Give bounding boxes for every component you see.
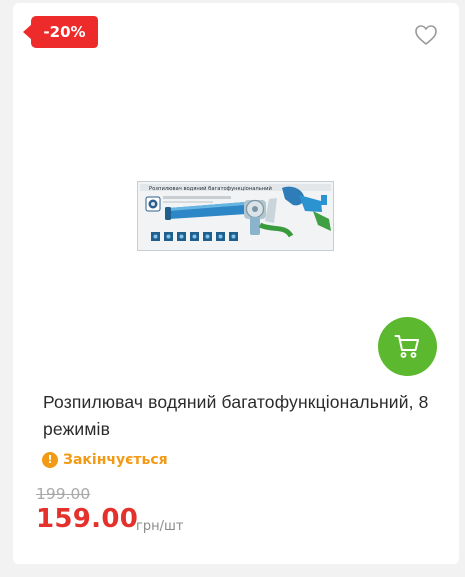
heart-icon[interactable] (414, 24, 438, 46)
cart-icon (394, 335, 419, 358)
product-card[interactable] (13, 3, 459, 564)
price-unit: грн/шт (136, 519, 184, 534)
current-price: 159.00 (36, 504, 139, 534)
product-title[interactable]: Розпилювач водяний багатофункціональний,… (43, 389, 448, 443)
discount-badge: -20% (23, 16, 98, 48)
add-to-cart-button[interactable] (378, 317, 437, 376)
box-label: Розпилювач водяний багатофункціональний (149, 185, 272, 192)
warning-icon: ! (42, 452, 58, 468)
stock-status: ! Закінчується (42, 451, 168, 469)
old-price: 199.00 (36, 485, 91, 503)
product-image[interactable]: Розпилювач водяний багатофункціональний (137, 181, 334, 251)
status-label: Закінчується (63, 452, 168, 468)
